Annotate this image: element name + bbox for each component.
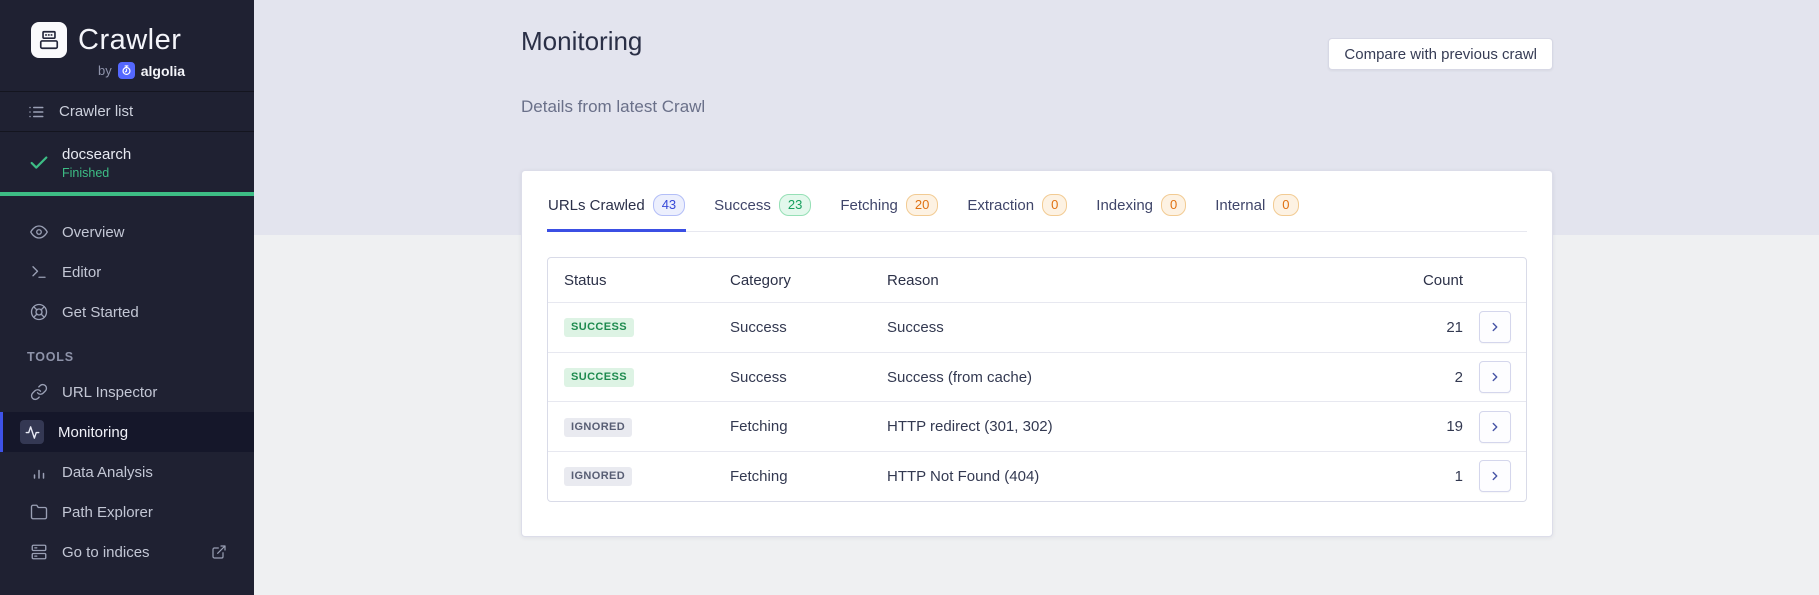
table-row: SUCCESS Success Success 21 <box>548 302 1526 352</box>
sidebar-item-label: Go to indices <box>62 543 150 561</box>
status-badge: SUCCESS <box>564 368 634 388</box>
tab-count-badge: 0 <box>1042 194 1068 216</box>
tab-count-badge: 20 <box>905 194 939 216</box>
sidebar-item-go-to-indices[interactable]: Go to indices <box>0 532 254 572</box>
folder-icon <box>30 503 48 521</box>
server-icon <box>30 543 48 561</box>
column-header-category: Category <box>730 271 791 289</box>
table-row: IGNORED Fetching HTTP redirect (301, 302… <box>548 401 1526 451</box>
algolia-name: algolia <box>140 62 186 79</box>
status-badge: IGNORED <box>564 467 633 487</box>
tab-label: Extraction <box>967 196 1035 214</box>
reason-cell: Success (from cache) <box>887 368 1033 386</box>
sidebar-item-label: Monitoring <box>58 423 129 441</box>
monitoring-card: URLs Crawled 43 Success 23 Fetching 20 E… <box>521 170 1553 537</box>
external-link-icon <box>211 544 227 560</box>
bar-chart-icon <box>30 463 48 481</box>
page-subtitle: Details from latest Crawl <box>521 97 706 116</box>
crawler-list-link[interactable]: Crawler list <box>0 91 254 132</box>
sidebar-item-data-analysis[interactable]: Data Analysis <box>0 452 254 492</box>
category-cell: Success <box>730 318 787 336</box>
tab-label: Indexing <box>1096 196 1154 214</box>
sidebar-item-label: Editor <box>62 263 102 281</box>
sidebar-item-label: Overview <box>62 223 125 241</box>
current-crawler[interactable]: docsearch Finished <box>0 132 254 192</box>
tab[interactable]: Internal 0 <box>1214 171 1299 232</box>
tab[interactable]: Success 23 <box>713 171 812 232</box>
sidebar-item-editor[interactable]: Editor <box>0 252 254 292</box>
eye-icon <box>30 223 48 241</box>
reason-cell: HTTP redirect (301, 302) <box>887 418 1053 436</box>
chevron-right-icon <box>1492 323 1498 332</box>
sidebar-item-label: Data Analysis <box>62 463 153 481</box>
tab[interactable]: Extraction 0 <box>966 171 1068 232</box>
check-icon <box>30 156 48 169</box>
tab[interactable]: URLs Crawled 43 <box>547 171 687 232</box>
chevron-right-icon <box>1492 372 1498 382</box>
tab-count-badge: 43 <box>652 194 686 216</box>
sidebar-item-label: Get Started <box>62 303 139 321</box>
tab-label: Fetching <box>840 196 898 214</box>
expand-row-button[interactable] <box>1479 361 1511 394</box>
expand-row-button[interactable] <box>1479 460 1511 493</box>
list-icon <box>29 106 44 117</box>
tab-count-badge: 0 <box>1273 194 1299 216</box>
category-cell: Fetching <box>730 418 788 436</box>
terminal-icon <box>30 263 48 281</box>
activity-icon <box>20 420 44 444</box>
sidebar-menu: Overview Editor Get Started TOOLS URL In… <box>0 196 254 572</box>
count-cell: 19 <box>1446 418 1463 436</box>
tab[interactable]: Fetching 20 <box>839 171 939 232</box>
column-header-count: Count <box>1422 271 1463 289</box>
tab-label: URLs Crawled <box>548 196 645 214</box>
tab[interactable]: Indexing 0 <box>1095 171 1187 232</box>
count-cell: 1 <box>1454 467 1463 485</box>
column-header-status: Status <box>564 271 607 289</box>
category-cell: Fetching <box>730 467 788 485</box>
sidebar-item-label: Path Explorer <box>62 503 153 521</box>
sidebar-item-url-inspector[interactable]: URL Inspector <box>0 372 254 412</box>
chevron-right-icon <box>1492 472 1498 481</box>
status-badge: SUCCESS <box>564 318 634 338</box>
link-icon <box>30 383 48 401</box>
crawler-status: Finished <box>62 166 110 180</box>
tab-count-badge: 0 <box>1161 194 1187 216</box>
crawler-list-label: Crawler list <box>59 103 134 120</box>
byline-by: by <box>98 63 112 78</box>
sidebar-item-path-explorer[interactable]: Path Explorer <box>0 492 254 532</box>
expand-row-button[interactable] <box>1479 410 1511 443</box>
tools-heading: TOOLS <box>27 350 74 364</box>
crawler-name: docsearch <box>62 146 132 163</box>
table-header-row: Status Category Reason Count <box>548 258 1526 302</box>
expand-row-button[interactable] <box>1479 311 1511 344</box>
crawl-results-table: Status Category Reason Count SUCCESS Suc… <box>547 257 1527 502</box>
compare-with-previous-crawl-button[interactable]: Compare with previous crawl <box>1328 38 1553 70</box>
sidebar: Crawler by algolia Crawler list docsearc… <box>0 0 254 595</box>
brand-name: Crawler <box>78 23 182 56</box>
brand-logo: Crawler by algolia <box>0 0 254 91</box>
tab-label: Internal <box>1215 196 1266 214</box>
tab-bar: URLs Crawled 43 Success 23 Fetching 20 E… <box>547 171 1527 232</box>
tab-count-badge: 23 <box>778 194 812 216</box>
column-header-reason: Reason <box>887 271 939 289</box>
tab-label: Success <box>714 196 771 214</box>
reason-cell: Success <box>887 318 944 336</box>
count-cell: 2 <box>1454 368 1463 386</box>
sidebar-item-get-started[interactable]: Get Started <box>0 292 254 332</box>
crawler-logo-icon <box>31 22 67 58</box>
table-row: SUCCESS Success Success (from cache) 2 <box>548 351 1526 402</box>
lifebuoy-icon <box>30 303 48 321</box>
sidebar-item-monitoring[interactable]: Monitoring <box>0 412 254 452</box>
status-badge: IGNORED <box>564 417 633 437</box>
main-area: Monitoring Compare with previous crawl D… <box>254 0 1819 595</box>
reason-cell: HTTP Not Found (404) <box>887 467 1040 485</box>
count-cell: 21 <box>1446 318 1463 336</box>
sidebar-item-label: URL Inspector <box>62 383 158 401</box>
algolia-logo-icon <box>117 62 135 79</box>
category-cell: Success <box>730 368 787 386</box>
sidebar-item-overview[interactable]: Overview <box>0 212 254 252</box>
table-body: SUCCESS Success Success 21 SUCCESS Succe… <box>548 302 1526 501</box>
chevron-right-icon <box>1492 422 1498 431</box>
table-row: IGNORED Fetching HTTP Not Found (404) 1 <box>548 451 1526 501</box>
